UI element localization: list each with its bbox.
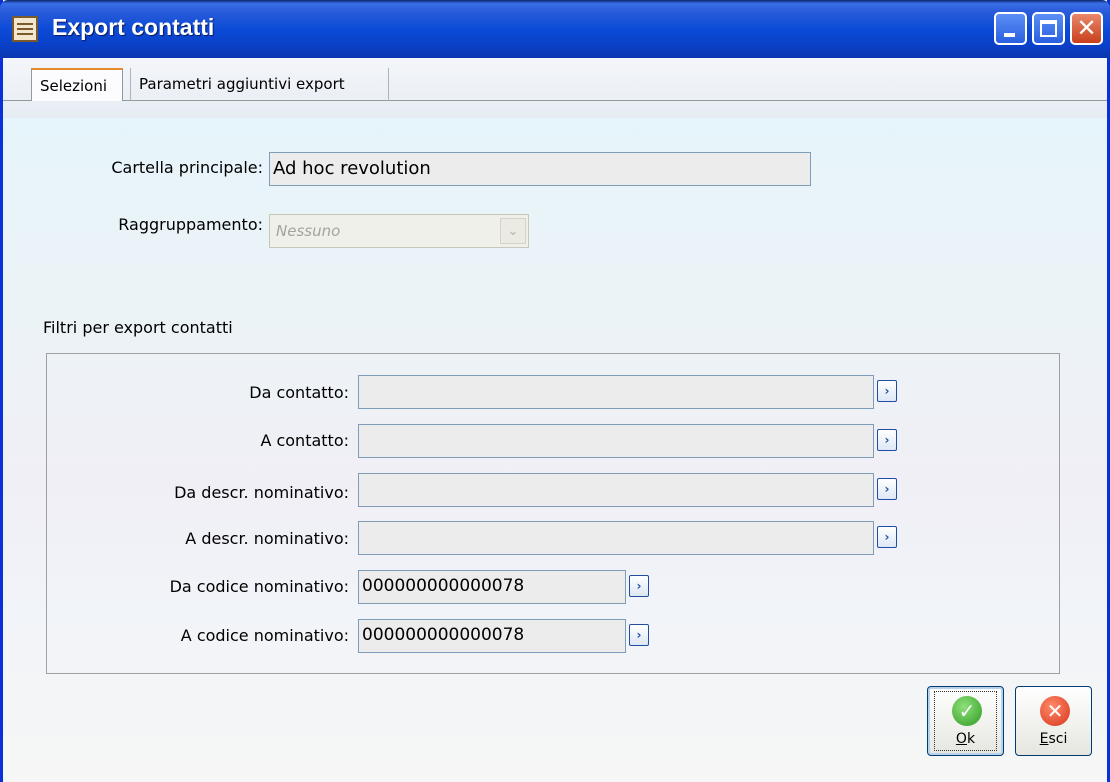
da-descr-nominativo-zoom-button[interactable]: › (877, 478, 897, 500)
filtri-group-title: Filtri per export contatti (43, 318, 233, 337)
a-descr-nominativo-zoom-button[interactable]: › (877, 526, 897, 548)
da-codice-nominativo-zoom-button[interactable]: › (629, 575, 649, 597)
raggruppamento-label: Raggruppamento: (118, 215, 263, 234)
a-contatto-field[interactable] (358, 424, 874, 458)
minimize-button[interactable] (994, 12, 1027, 45)
app-document-icon (12, 16, 38, 42)
da-contatto-field[interactable] (358, 375, 874, 409)
raggruppamento-value: Nessuno (276, 222, 341, 240)
maximize-button[interactable] (1032, 12, 1065, 45)
esci-label-rest: sci (1048, 731, 1068, 747)
maximize-icon (1040, 20, 1057, 37)
a-codice-nominativo-zoom-button[interactable]: › (629, 624, 649, 646)
esci-button-label: Esci (1016, 731, 1091, 747)
a-codice-nominativo-field[interactable]: 000000000000078 (358, 619, 626, 653)
a-contatto-zoom-button[interactable]: › (877, 429, 897, 451)
selezioni-panel: Cartella principale: Ad hoc revolution R… (3, 118, 1107, 782)
da-descr-nominativo-label: Da descr. nominativo: (174, 483, 349, 502)
da-contatto-label: Da contatto: (249, 383, 349, 402)
export-contatti-window: Export contatti ✕ Selezioni Parametri ag… (0, 0, 1110, 782)
da-descr-nominativo-field[interactable] (358, 473, 874, 507)
a-descr-nominativo-field[interactable] (358, 521, 874, 555)
minimize-icon (1004, 33, 1015, 37)
tab-selezioni[interactable]: Selezioni (31, 68, 123, 101)
cartella-principale-label: Cartella principale: (111, 158, 263, 177)
a-contatto-label: A contatto: (260, 431, 349, 450)
cartella-principale-field[interactable]: Ad hoc revolution (269, 152, 811, 186)
a-codice-nominativo-label: A codice nominativo: (180, 626, 349, 645)
close-icon: ✕ (1076, 14, 1097, 42)
da-codice-nominativo-label: Da codice nominativo: (169, 577, 349, 596)
a-descr-nominativo-label: A descr. nominativo: (185, 529, 349, 548)
ok-button[interactable]: ✓ Ok (927, 686, 1004, 756)
tab-parametri-aggiuntivi[interactable]: Parametri aggiuntivi export (130, 68, 389, 101)
raggruppamento-select: Nessuno ⌄ (269, 214, 529, 248)
cancel-x-icon: ✕ (1040, 696, 1070, 726)
window-title: Export contatti (52, 14, 215, 40)
da-codice-nominativo-field[interactable]: 000000000000078 (358, 570, 626, 604)
esci-button[interactable]: ✕ Esci (1015, 686, 1092, 756)
ok-accelerator: O (955, 731, 967, 747)
chevron-down-icon: ⌄ (500, 218, 526, 244)
title-bar[interactable]: Export contatti ✕ (0, 0, 1110, 58)
checkmark-icon: ✓ (952, 696, 982, 726)
close-button[interactable]: ✕ (1070, 12, 1103, 45)
da-contatto-zoom-button[interactable]: › (877, 380, 897, 402)
ok-button-label: Ok (928, 731, 1003, 747)
tab-bar: Selezioni Parametri aggiuntivi export (3, 58, 1107, 118)
ok-label-rest: k (966, 731, 976, 747)
